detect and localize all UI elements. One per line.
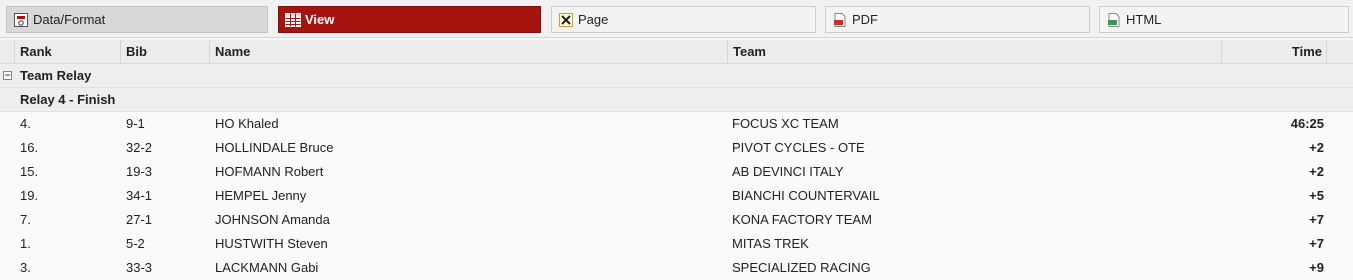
- group-label: Team Relay: [20, 68, 92, 83]
- table-row[interactable]: 19. 34-1 HEMPEL Jenny BIANCHI COUNTERVAI…: [0, 184, 1353, 208]
- subgroup-label: Relay 4 - Finish: [20, 92, 116, 107]
- toolbar: Data/Format View Page PDF HTML: [0, 0, 1353, 38]
- cell-bib: 32-2: [126, 140, 153, 155]
- column-header-rank[interactable]: Rank: [15, 40, 121, 64]
- cell-name: HEMPEL Jenny: [215, 188, 307, 203]
- tab-data-format[interactable]: Data/Format: [6, 6, 268, 33]
- data-format-icon: [14, 12, 28, 27]
- collapse-icon[interactable]: ⊟−: [3, 71, 12, 80]
- table-row[interactable]: 16. 32-2 HOLLINDALE Bruce PIVOT CYCLES -…: [0, 136, 1353, 160]
- cell-name: JOHNSON Amanda: [215, 212, 330, 227]
- cell-bib: 34-1: [126, 188, 153, 203]
- tab-html-label: HTML: [1126, 12, 1162, 27]
- cell-time: +9: [1309, 260, 1324, 275]
- cell-bib: 27-1: [126, 212, 153, 227]
- cell-name: HOFMANN Robert: [215, 164, 324, 179]
- table-row[interactable]: 7. 27-1 JOHNSON Amanda KONA FACTORY TEAM…: [0, 208, 1353, 232]
- cell-rank: 15.: [20, 164, 39, 179]
- cell-time: +2: [1309, 140, 1324, 155]
- tab-data-format-label: Data/Format: [33, 12, 106, 27]
- cell-bib: 5-2: [126, 236, 145, 251]
- cell-time: +5: [1309, 188, 1324, 203]
- column-header-time[interactable]: Time: [1222, 40, 1327, 64]
- tab-view[interactable]: View: [278, 6, 541, 33]
- page-setup-icon: [559, 12, 573, 27]
- table-row[interactable]: 3. 33-3 LACKMANN Gabi SPECIALIZED RACING…: [0, 256, 1353, 280]
- tab-view-label: View: [305, 12, 335, 27]
- cell-time: 46:25: [1290, 116, 1324, 131]
- table-row[interactable]: 4. 9-1 HO Khaled FOCUS XC TEAM 46:25: [0, 112, 1353, 136]
- column-header-bib[interactable]: Bib: [121, 40, 210, 64]
- cell-team: FOCUS XC TEAM: [732, 116, 839, 131]
- tab-pdf[interactable]: PDF: [825, 6, 1090, 33]
- tab-html[interactable]: HTML: [1099, 6, 1349, 33]
- table-row[interactable]: 15. 19-3 HOFMANN Robert AB DEVINCI ITALY…: [0, 160, 1353, 184]
- table-row[interactable]: 1. 5-2 HUSTWITH Steven MITAS TREK +7: [0, 232, 1353, 256]
- cell-name: HOLLINDALE Bruce: [215, 140, 334, 155]
- cell-team: PIVOT CYCLES - OTE: [732, 140, 865, 155]
- cell-name: HUSTWITH Steven: [215, 236, 328, 251]
- cell-name: HO Khaled: [215, 116, 279, 131]
- cell-rank: 4.: [20, 116, 31, 131]
- cell-time: +7: [1309, 236, 1324, 251]
- cell-bib: 19-3: [126, 164, 153, 179]
- header-gutter: [0, 40, 15, 64]
- group-row-team-relay[interactable]: ⊟− Team Relay: [0, 64, 1353, 88]
- cell-rank: 7.: [20, 212, 31, 227]
- cell-time: +2: [1309, 164, 1324, 179]
- cell-rank: 3.: [20, 260, 31, 275]
- results-grid: Rank Bib Name Team Time ⊟− Team Relay Re…: [0, 40, 1353, 280]
- tab-pdf-label: PDF: [852, 12, 878, 27]
- cell-rank: 1.: [20, 236, 31, 251]
- column-header-name[interactable]: Name: [210, 40, 728, 64]
- cell-team: AB DEVINCI ITALY: [732, 164, 844, 179]
- table-view-icon: [285, 12, 301, 27]
- cell-team: KONA FACTORY TEAM: [732, 212, 872, 227]
- cell-team: SPECIALIZED RACING: [732, 260, 871, 275]
- header-filler: [1327, 40, 1353, 64]
- column-header-team[interactable]: Team: [728, 40, 1222, 64]
- cell-rank: 16.: [20, 140, 39, 155]
- cell-time: +7: [1309, 212, 1324, 227]
- cell-bib: 33-3: [126, 260, 153, 275]
- result-rows: 4. 9-1 HO Khaled FOCUS XC TEAM 46:25 16.…: [0, 112, 1353, 280]
- cell-team: BIANCHI COUNTERVAIL: [732, 188, 880, 203]
- tab-page[interactable]: Page: [551, 6, 816, 33]
- cell-bib: 9-1: [126, 116, 145, 131]
- html-file-icon: [1108, 12, 1120, 27]
- column-header-row: Rank Bib Name Team Time: [0, 40, 1353, 64]
- subgroup-row: Relay 4 - Finish: [0, 88, 1353, 112]
- cell-name: LACKMANN Gabi: [215, 260, 319, 275]
- pdf-file-icon: [834, 12, 846, 27]
- cell-rank: 19.: [20, 188, 39, 203]
- tab-page-label: Page: [578, 12, 609, 27]
- cell-team: MITAS TREK: [732, 236, 809, 251]
